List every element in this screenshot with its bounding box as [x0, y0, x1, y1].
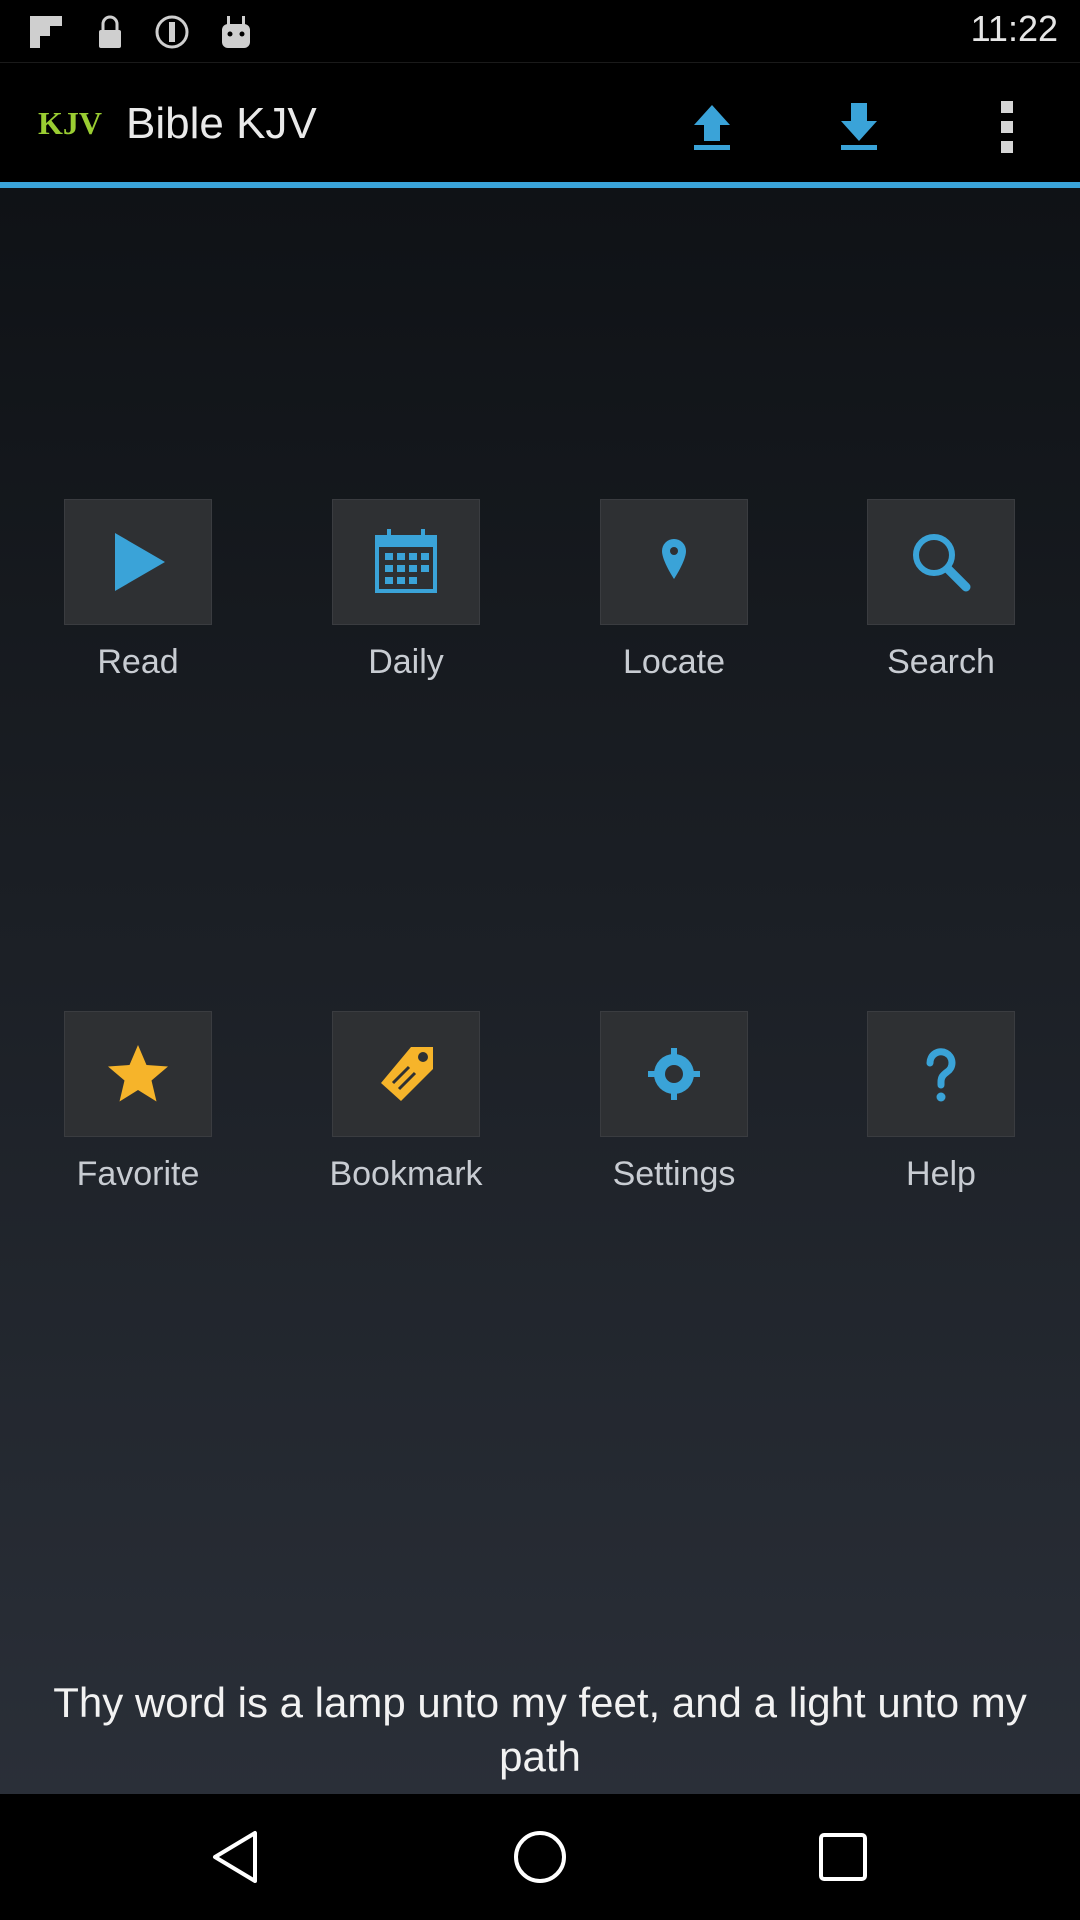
tile-favorite[interactable]: Favorite [38, 1011, 238, 1194]
tile-locate-box[interactable] [600, 499, 748, 625]
tile-search[interactable]: Search [841, 499, 1041, 682]
tag-icon [381, 1047, 433, 1101]
tile-settings-box[interactable] [600, 1011, 748, 1137]
tile-daily[interactable]: Daily [306, 499, 506, 682]
star-icon [108, 1045, 168, 1102]
tile-favorite-box[interactable] [64, 1011, 212, 1137]
tile-bookmark[interactable]: Bookmark [306, 1011, 506, 1194]
verse-text: Thy word is a lamp unto my feet, and a l… [53, 1679, 1027, 1780]
tile-settings-label: Settings [612, 1155, 736, 1193]
tile-help-label: Help [906, 1155, 976, 1193]
search-icon [913, 534, 971, 592]
recents-icon[interactable] [813, 1827, 873, 1887]
tile-help-box[interactable] [867, 1011, 1015, 1137]
tile-daily-label: Daily [368, 643, 444, 681]
home-icon[interactable] [510, 1827, 570, 1887]
tile-locate-label: Locate [622, 643, 726, 681]
data-saver-icon [155, 15, 189, 49]
play-icon [115, 533, 165, 591]
flipboard-icon [30, 16, 62, 48]
download-icon[interactable] [827, 95, 891, 159]
location-pin-icon [662, 539, 686, 579]
status-time: 11:22 [970, 8, 1058, 49]
tile-read-box[interactable] [64, 499, 212, 625]
navigation-bar [0, 1794, 1080, 1920]
tile-search-box[interactable] [867, 499, 1015, 625]
status-bar: 11:22 [0, 0, 1080, 62]
app-title: Bible KJV [126, 99, 317, 148]
lock-icon [99, 15, 121, 48]
tile-bookmark-label: Bookmark [329, 1155, 483, 1193]
action-bar: KJV Bible KJV [0, 62, 1080, 186]
tile-read-label: Read [97, 643, 179, 681]
tile-bookmark-box[interactable] [332, 1011, 480, 1137]
back-icon[interactable] [207, 1827, 267, 1887]
tile-daily-box[interactable] [332, 499, 480, 625]
tile-settings[interactable]: Settings [574, 1011, 774, 1194]
tile-search-label: Search [887, 643, 995, 681]
calendar-icon [375, 529, 437, 593]
tile-locate[interactable]: Locate [574, 499, 774, 682]
tile-read[interactable]: Read [38, 499, 238, 682]
android-icon [222, 16, 250, 48]
upload-icon[interactable] [680, 95, 744, 159]
more-vert-icon[interactable] [975, 95, 1039, 159]
tile-favorite-label: Favorite [76, 1155, 200, 1193]
app-logo: KJV [38, 105, 102, 141]
main-menu: Read Daily Locate Search Favorite Bookma… [0, 188, 1080, 1794]
gear-icon [648, 1048, 700, 1100]
tile-help[interactable]: Help [841, 1011, 1041, 1194]
help-icon [926, 1048, 956, 1102]
